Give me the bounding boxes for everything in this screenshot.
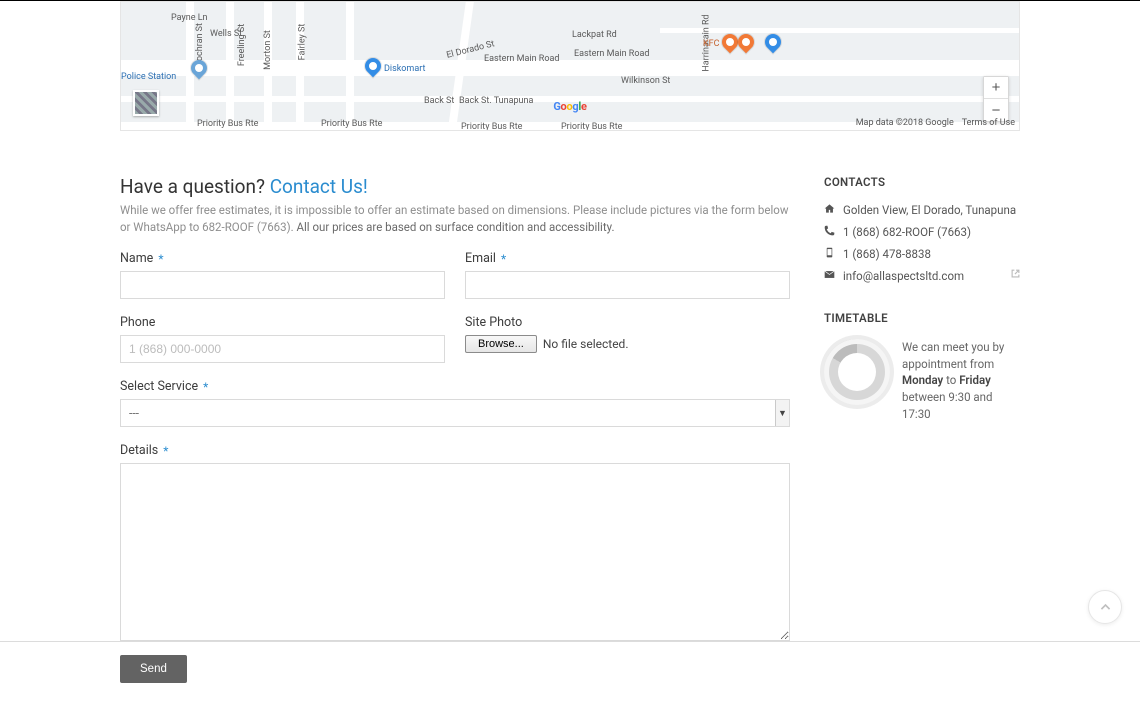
email-label: Email* bbox=[465, 251, 790, 266]
external-link-icon[interactable] bbox=[1011, 269, 1020, 281]
name-input[interactable] bbox=[120, 271, 445, 299]
timetable-heading: TIMETABLE bbox=[824, 311, 1020, 325]
road-label: Back St. Tunapuna bbox=[459, 96, 533, 106]
details-label: Details* bbox=[120, 443, 790, 458]
intro-text: While we offer free estimates, it is imp… bbox=[120, 202, 790, 235]
address-text: Golden View, El Dorado, Tunapuna bbox=[843, 203, 1016, 217]
road-label: Back St bbox=[424, 96, 454, 106]
poi-label: KFC bbox=[703, 39, 719, 49]
road-label: Priority Bus Rte bbox=[197, 119, 258, 129]
road-label: Freeling St bbox=[237, 24, 247, 66]
satellite-toggle[interactable] bbox=[133, 90, 159, 116]
map-pin[interactable] bbox=[735, 31, 758, 54]
road-label: Lackpat Rd bbox=[572, 30, 617, 40]
road-label: Eastern Main Road bbox=[484, 54, 559, 64]
scroll-top-button[interactable] bbox=[1088, 590, 1122, 624]
phone-icon bbox=[824, 225, 835, 239]
zoom-in-button[interactable]: + bbox=[984, 77, 1008, 99]
clock-icon bbox=[824, 339, 890, 405]
road-label: Eastern Main Road bbox=[574, 49, 649, 59]
phone1-text: 1 (868) 682-ROOF (7663) bbox=[843, 225, 971, 239]
email-input[interactable] bbox=[465, 271, 790, 299]
contact-us-link[interactable]: Contact Us! bbox=[270, 175, 368, 198]
mobile-icon bbox=[824, 247, 835, 261]
timetable-text: We can meet you by appointment from Mond… bbox=[902, 339, 1020, 422]
name-label: Name* bbox=[120, 251, 445, 266]
road-label: Payne Ln bbox=[171, 13, 208, 23]
page-title: Have a question? Contact Us! bbox=[120, 175, 790, 198]
road-label: Priority Bus Rte bbox=[321, 119, 382, 129]
road-label: Fairley St bbox=[297, 24, 307, 61]
road-label: Priority Bus Rte bbox=[461, 122, 522, 131]
details-textarea[interactable] bbox=[120, 463, 790, 641]
poi-label: Police Station bbox=[121, 72, 176, 82]
map-pin[interactable] bbox=[762, 31, 785, 54]
phone-input[interactable] bbox=[120, 335, 445, 363]
google-logo: Google bbox=[553, 100, 586, 113]
map-data-text: Map data ©2018 Google bbox=[856, 118, 954, 128]
file-status: No file selected. bbox=[543, 337, 629, 351]
map[interactable]: Payne Ln Wells St Cochran St Morton St F… bbox=[120, 1, 1020, 131]
terms-link[interactable]: Terms of Use bbox=[962, 118, 1015, 128]
send-button[interactable]: Send bbox=[120, 655, 187, 683]
service-label: Select Service* bbox=[120, 379, 790, 394]
home-icon bbox=[824, 203, 835, 217]
road-label: Priority Bus Rte bbox=[561, 122, 622, 131]
map-attribution: Map data ©2018 Google Terms of Use bbox=[856, 118, 1015, 128]
browse-button[interactable]: Browse... bbox=[465, 335, 537, 353]
service-select[interactable]: --- ▼ bbox=[120, 399, 790, 427]
road-label: Wilkinson St bbox=[621, 76, 670, 86]
phone-label: Phone bbox=[120, 315, 445, 330]
chevron-down-icon: ▼ bbox=[775, 400, 789, 426]
email-text[interactable]: info@allaspectsltd.com bbox=[843, 269, 964, 283]
contacts-heading: CONTACTS bbox=[824, 175, 1020, 189]
site-photo-label: Site Photo bbox=[465, 315, 790, 330]
zoom-controls: + − bbox=[983, 76, 1009, 122]
phone2-text: 1 (868) 478-8838 bbox=[843, 247, 931, 261]
mail-icon bbox=[824, 269, 835, 283]
poi-label: Diskomart bbox=[384, 64, 425, 74]
road-label: Morton St bbox=[263, 30, 273, 70]
